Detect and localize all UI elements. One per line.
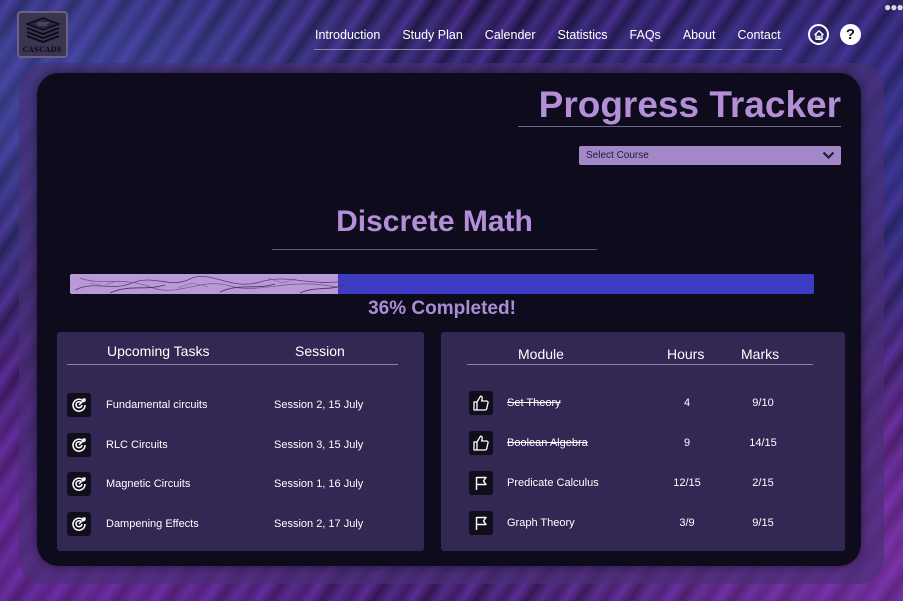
- module-hours: 4: [683, 397, 691, 409]
- target-icon: [67, 393, 91, 417]
- modules-header-divider: [467, 364, 813, 365]
- nav-faqs[interactable]: FAQs: [629, 28, 662, 49]
- task-session: Session 2, 17 July: [274, 518, 364, 530]
- tasks-header-task: Upcoming Tasks: [107, 343, 210, 359]
- module-marks: 14/15: [749, 437, 777, 449]
- task-session: Session 1, 16 July: [274, 478, 364, 490]
- chevron-down-icon: [822, 151, 835, 160]
- course-select-value: Select Course: [586, 150, 649, 161]
- page-title: Progress Tracker: [538, 84, 841, 125]
- more-dots-icon[interactable]: ●●●: [884, 0, 903, 14]
- modules-header-hours: Hours: [667, 346, 705, 362]
- target-icon: [67, 472, 91, 496]
- main-nav: Introduction Study Plan Calender Statist…: [314, 28, 782, 50]
- stacked-books-icon: [24, 16, 61, 43]
- course-select[interactable]: Select Course: [579, 146, 841, 165]
- thumbs-up-icon[interactable]: [469, 431, 493, 455]
- table-row[interactable]: Predicate Calculus 12/15 2/15: [441, 471, 845, 497]
- help-icon: ?: [845, 26, 856, 43]
- home-button[interactable]: [808, 24, 829, 45]
- modules-header-module: Module: [518, 346, 564, 362]
- table-row[interactable]: Magnetic Circuits Session 1, 16 July: [57, 472, 424, 498]
- module-marks: 9/15: [752, 517, 774, 529]
- marble-texture: [74, 275, 351, 294]
- progress-bar: [70, 274, 814, 294]
- task-name: Magnetic Circuits: [106, 478, 191, 490]
- task-name: Dampening Effects: [106, 518, 199, 530]
- module-marks: 9/10: [752, 397, 774, 409]
- nav-introduction[interactable]: Introduction: [314, 28, 381, 49]
- modules-card: Module Hours Marks Set Theory 4 9/10 Boolea…: [441, 332, 845, 551]
- home-icon: [813, 29, 824, 40]
- thumbs-up-icon[interactable]: [469, 391, 493, 415]
- logo-text: CASCADE: [22, 44, 63, 54]
- target-icon: [67, 433, 91, 457]
- target-icon: [67, 512, 91, 536]
- module-name: Predicate Calculus: [507, 477, 599, 489]
- table-row[interactable]: Dampening Effects Session 2, 17 July: [57, 512, 424, 538]
- module-hours: 3/9: [679, 517, 695, 529]
- course-divider: [272, 249, 597, 250]
- help-button[interactable]: ?: [840, 24, 861, 45]
- progress-fill: [70, 274, 351, 294]
- nav-about[interactable]: About: [682, 28, 717, 49]
- module-name: Set Theory: [507, 397, 561, 409]
- table-row[interactable]: Fundamental circuits Session 2, 15 July: [57, 393, 424, 419]
- table-row[interactable]: Boolean Algebra 9 14/15: [441, 431, 845, 457]
- module-name: Boolean Algebra: [507, 437, 588, 449]
- title-divider: [518, 126, 841, 127]
- task-session: Session 3, 15 July: [274, 439, 364, 451]
- task-session: Session 2, 15 July: [274, 399, 364, 411]
- progress-label: 36% Completed!: [368, 298, 516, 319]
- task-name: RLC Circuits: [106, 439, 168, 451]
- module-hours: 9: [683, 437, 691, 449]
- flag-icon[interactable]: [469, 471, 493, 495]
- course-name: Discrete Math: [336, 205, 533, 238]
- nav-study-plan[interactable]: Study Plan: [401, 28, 463, 49]
- upcoming-tasks-card: Upcoming Tasks Session Fundamental circu…: [57, 332, 424, 551]
- nav-calender[interactable]: Calender: [484, 28, 537, 49]
- table-row[interactable]: Graph Theory 3/9 9/15: [441, 511, 845, 537]
- flag-icon[interactable]: [469, 511, 493, 535]
- nav-contact[interactable]: Contact: [736, 28, 781, 49]
- module-name: Graph Theory: [507, 517, 575, 529]
- table-row[interactable]: Set Theory 4 9/10: [441, 391, 845, 417]
- nav-statistics[interactable]: Statistics: [557, 28, 609, 49]
- table-row[interactable]: RLC Circuits Session 3, 15 July: [57, 433, 424, 459]
- tasks-header-divider: [67, 364, 398, 365]
- module-marks: 2/15: [752, 477, 774, 489]
- tasks-header-session: Session: [295, 343, 345, 359]
- task-name: Fundamental circuits: [106, 399, 208, 411]
- cascade-logo[interactable]: CASCADE: [17, 11, 68, 58]
- module-hours: 12/15: [673, 477, 701, 489]
- modules-header-marks: Marks: [741, 346, 780, 362]
